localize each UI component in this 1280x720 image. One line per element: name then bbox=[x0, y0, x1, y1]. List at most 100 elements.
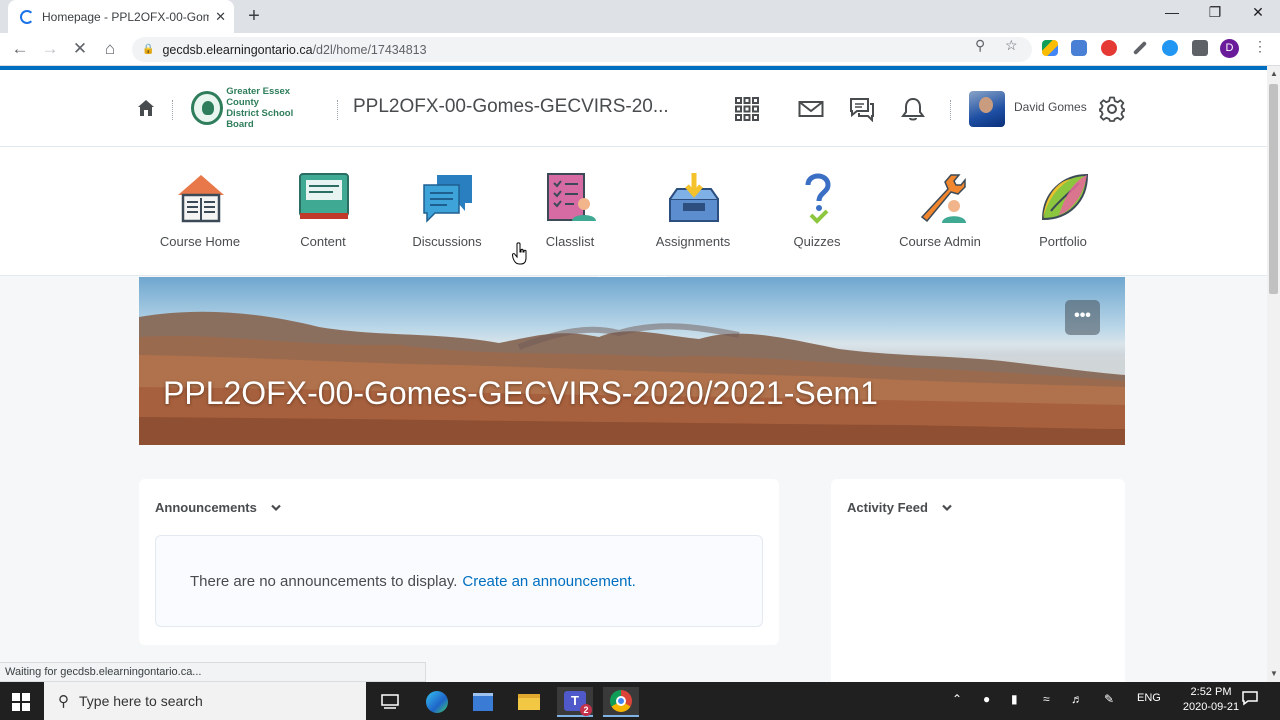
notifications-icon[interactable] bbox=[1242, 690, 1258, 709]
chrome-taskbar-button[interactable] bbox=[603, 687, 639, 717]
course-title-link[interactable]: PPL2OFX-00-Gomes-GECVIRS-20... bbox=[353, 96, 669, 118]
extension-icon[interactable] bbox=[1071, 40, 1087, 56]
task-view-button[interactable] bbox=[372, 687, 408, 717]
tool-label: Quizzes bbox=[793, 234, 841, 249]
wifi-icon[interactable]: ≈ bbox=[1043, 692, 1050, 706]
taskbar-search-box[interactable]: ⚲ Type here to search bbox=[44, 682, 366, 720]
d2l-navbar: Greater Essex County District School Boa… bbox=[0, 70, 1267, 147]
announcements-empty-state: There are no announcements to display. C… bbox=[155, 535, 763, 627]
back-button[interactable]: ← bbox=[8, 38, 32, 60]
new-tab-button[interactable]: + bbox=[244, 5, 264, 28]
windows-start-icon[interactable] bbox=[12, 693, 30, 711]
tool-quizzes[interactable]: Quizzes bbox=[757, 147, 877, 276]
tool-classlist[interactable]: Classlist bbox=[510, 147, 630, 276]
scroll-thumb[interactable] bbox=[1269, 84, 1278, 294]
tab-strip: Homepage - PPL2OFX-00-Gomes ✕ + — ❐ ✕ bbox=[0, 0, 1280, 33]
browser-menu-icon[interactable]: ⋮ bbox=[1253, 38, 1267, 55]
extensions-puzzle-icon[interactable] bbox=[1192, 40, 1208, 56]
logo-line1: Greater Essex County bbox=[226, 86, 291, 108]
search-icon: ⚲ bbox=[58, 693, 69, 710]
browser-toolbar: ← → ✕ ⌂ 🔒 gecdsb.elearningontario.ca /d2… bbox=[0, 33, 1280, 66]
tool-discussions[interactable]: Discussions bbox=[387, 147, 507, 276]
edge-icon bbox=[426, 691, 448, 713]
google-drive-extension-icon[interactable] bbox=[1042, 40, 1058, 56]
scroll-down-icon[interactable]: ▼ bbox=[1270, 669, 1278, 678]
banner-title: PPL2OFX-00-Gomes-GECVIRS-2020/2021-Sem1 bbox=[163, 375, 878, 411]
tool-label: Content bbox=[300, 234, 346, 249]
forward-button[interactable]: → bbox=[38, 38, 62, 60]
stop-loading-button[interactable]: ✕ bbox=[68, 38, 92, 60]
zoom-search-icon[interactable]: ⚲ bbox=[975, 37, 985, 54]
taskbar-clock[interactable]: 2:52 PM 2020-09-21 bbox=[1180, 685, 1242, 715]
user-name[interactable]: David Gomes bbox=[1014, 100, 1087, 114]
teams-icon: T 2 bbox=[564, 691, 592, 716]
battery-icon[interactable]: ▮ bbox=[1011, 692, 1018, 706]
teams-taskbar-button[interactable]: T 2 bbox=[557, 687, 593, 717]
scroll-up-icon[interactable]: ▲ bbox=[1270, 69, 1278, 78]
file-explorer-taskbar-button[interactable] bbox=[511, 687, 547, 717]
assignments-icon bbox=[669, 173, 719, 222]
bitmoji-extension-icon[interactable] bbox=[1162, 40, 1178, 56]
content-icon bbox=[299, 173, 349, 219]
tool-content[interactable]: Content bbox=[263, 147, 383, 276]
discussions-icon bbox=[423, 175, 472, 223]
search-placeholder: Type here to search bbox=[79, 693, 203, 709]
store-taskbar-button[interactable] bbox=[465, 687, 501, 717]
microphone-icon[interactable]: ● bbox=[983, 692, 990, 706]
profile-avatar[interactable]: D bbox=[1220, 39, 1239, 58]
chevron-down-icon bbox=[271, 504, 281, 511]
close-window-button[interactable]: ✕ bbox=[1243, 4, 1273, 21]
tool-assignments[interactable]: Assignments bbox=[633, 147, 753, 276]
browser-status-bar: Waiting for gecdsb.elearningontario.ca..… bbox=[0, 662, 426, 682]
announcements-widget: Announcements There are no announcements… bbox=[139, 479, 779, 645]
message-alerts-icon[interactable] bbox=[798, 96, 824, 122]
lock-icon: 🔒 bbox=[142, 44, 155, 55]
divider bbox=[950, 100, 951, 120]
banner-options-button[interactable]: ••• bbox=[1065, 300, 1100, 335]
announcements-header[interactable]: Announcements bbox=[155, 500, 281, 515]
tool-label: Course Admin bbox=[899, 234, 981, 249]
minimize-button[interactable]: — bbox=[1157, 4, 1187, 20]
loading-spinner-icon bbox=[20, 9, 34, 24]
home-button[interactable]: ⌂ bbox=[98, 38, 122, 60]
browser-tab-active[interactable]: Homepage - PPL2OFX-00-Gomes ✕ bbox=[8, 0, 234, 33]
tab-title: Homepage - PPL2OFX-00-Gomes bbox=[42, 9, 210, 24]
create-announcement-link[interactable]: Create an announcement. bbox=[462, 573, 635, 590]
user-avatar[interactable] bbox=[969, 91, 1005, 127]
page-scrollbar[interactable]: ▲ ▼ bbox=[1267, 66, 1280, 682]
page-content: Greater Essex County District School Boa… bbox=[0, 66, 1267, 682]
school-board-logo[interactable]: Greater Essex County District School Boa… bbox=[191, 86, 319, 130]
restore-button[interactable]: ❐ bbox=[1200, 4, 1230, 21]
store-bag-icon bbox=[473, 693, 493, 711]
edge-taskbar-button[interactable] bbox=[419, 687, 455, 717]
windows-taskbar: ⚲ Type here to search T 2 ⌃ ● ▮ ≈ ♬ ✎ EN… bbox=[0, 682, 1280, 720]
bookmark-star-icon[interactable]: ☆ bbox=[1005, 37, 1018, 54]
course-selector-grid-icon[interactable] bbox=[734, 96, 760, 122]
show-hidden-icons-icon[interactable]: ⌃ bbox=[952, 692, 962, 706]
language-indicator[interactable]: ENG bbox=[1137, 692, 1161, 704]
address-bar[interactable]: 🔒 gecdsb.elearningontario.ca /d2l/home/1… bbox=[132, 37, 1032, 62]
tool-portfolio[interactable]: Portfolio bbox=[1003, 147, 1123, 276]
portfolio-icon bbox=[1041, 173, 1089, 221]
pen-workspace-icon[interactable]: ✎ bbox=[1104, 692, 1114, 706]
home-icon[interactable] bbox=[137, 99, 155, 117]
volume-icon[interactable]: ♬ bbox=[1071, 692, 1083, 706]
chevron-down-icon bbox=[942, 504, 952, 511]
settings-gear-icon[interactable] bbox=[1099, 96, 1125, 122]
url-path: /d2l/home/17434813 bbox=[312, 42, 427, 57]
tool-label: Course Home bbox=[159, 234, 241, 249]
activity-feed-header[interactable]: Activity Feed bbox=[847, 500, 952, 515]
logo-seal-icon bbox=[191, 91, 224, 125]
announcements-heading: Announcements bbox=[155, 500, 257, 515]
quizzes-icon bbox=[805, 173, 831, 224]
course-home-icon bbox=[178, 175, 224, 223]
tab-close-icon[interactable]: ✕ bbox=[215, 9, 226, 25]
no-announcements-text: There are no announcements to display. bbox=[190, 572, 458, 590]
logo-line2: District School Board bbox=[226, 108, 294, 130]
clock-time: 2:52 PM bbox=[1190, 686, 1232, 698]
discussion-alerts-icon[interactable] bbox=[849, 96, 875, 122]
tool-course-admin[interactable]: Course Admin bbox=[880, 147, 1000, 276]
record-extension-icon[interactable] bbox=[1101, 40, 1117, 56]
update-alerts-bell-icon[interactable] bbox=[900, 96, 926, 122]
tool-course-home[interactable]: Course Home bbox=[140, 147, 260, 276]
